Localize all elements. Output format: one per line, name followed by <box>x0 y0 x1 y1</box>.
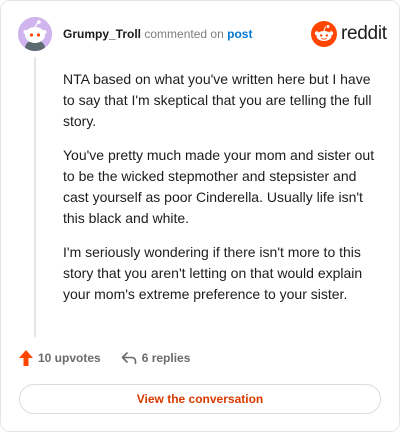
thread-line <box>34 57 36 337</box>
replies-button[interactable]: 6 replies <box>121 351 191 365</box>
replies-count: 6 replies <box>141 351 191 365</box>
comment-body: NTA based on what you've written here bu… <box>63 69 385 318</box>
commented-on-text: commented on <box>144 27 224 41</box>
reddit-snoo-icon <box>311 21 337 47</box>
reddit-wordmark: reddit <box>341 23 387 44</box>
comment-actions: 10 upvotes 6 replies <box>19 350 190 366</box>
upvote-button[interactable]: 10 upvotes <box>19 350 101 366</box>
user-avatar[interactable] <box>18 17 52 51</box>
comment-paragraph: I'm seriously wondering if there isn't m… <box>63 244 363 302</box>
embedded-comment-card: Grumpy_Troll commented on post reddit NT… <box>0 0 400 432</box>
upvote-arrow-icon <box>19 350 33 366</box>
author-username[interactable]: Grumpy_Troll <box>63 27 141 41</box>
post-link[interactable]: post <box>227 27 252 41</box>
comment-paragraph: NTA based on what you've written here bu… <box>63 71 372 129</box>
comment-header: Grumpy_Troll commented on post <box>63 26 252 42</box>
view-conversation-button[interactable]: View the conversation <box>19 384 381 414</box>
reddit-logo[interactable]: reddit <box>311 21 387 47</box>
comment-paragraph: You've pretty much made your mom and sis… <box>63 147 375 226</box>
reply-arrow-icon <box>121 352 137 365</box>
upvotes-count: 10 upvotes <box>38 351 101 365</box>
snoo-avatar-icon <box>18 17 52 51</box>
